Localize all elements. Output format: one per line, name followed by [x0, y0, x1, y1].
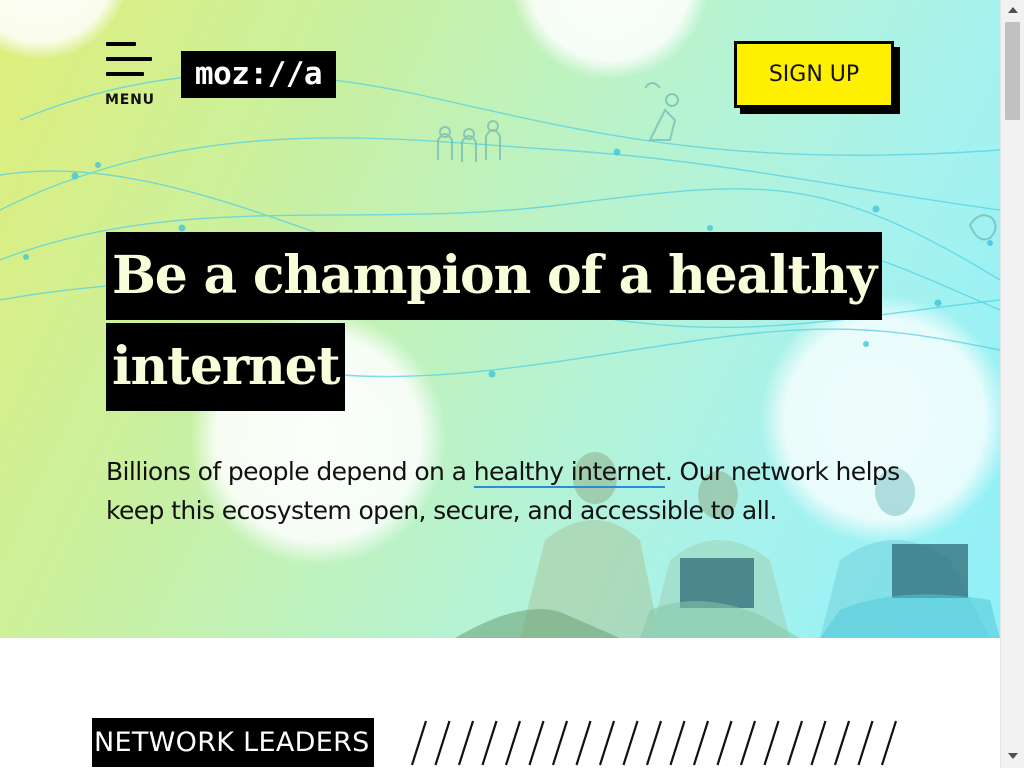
slash-mark [504, 720, 522, 766]
page: MENU moz://a SIGN UP Be a champion of a … [0, 0, 1000, 768]
menu-bar-top [106, 42, 136, 46]
slash-mark [434, 720, 451, 766]
slash-mark [551, 720, 569, 766]
scroll-up-arrow-icon[interactable] [1001, 0, 1024, 20]
signup-button-wrapper: SIGN UP [734, 41, 900, 114]
slash-mark [739, 720, 757, 766]
slash-mark [598, 720, 616, 766]
menu-label: MENU [105, 92, 155, 108]
healthy-internet-link[interactable]: healthy internet [473, 457, 665, 488]
slash-mark [716, 720, 733, 766]
slash-mark [410, 720, 428, 766]
slash-mark [481, 720, 498, 766]
slash-mark [669, 720, 686, 766]
slash-mark [786, 720, 804, 766]
headline-line-2: internet [106, 323, 346, 411]
slash-mark [457, 720, 475, 766]
menu-button[interactable]: MENU [104, 40, 160, 110]
menu-bar-bottom [106, 72, 144, 76]
slash-mark [622, 720, 639, 766]
slash-mark [880, 720, 898, 766]
slash-mark [833, 720, 851, 766]
hero-section: MENU moz://a SIGN UP Be a champion of a … [0, 0, 1000, 638]
slash-mark [645, 720, 663, 766]
slash-mark [810, 720, 827, 766]
mozilla-logo[interactable]: moz://a [181, 51, 336, 98]
network-leaders-label: NETWORK LEADERS [92, 718, 374, 767]
vertical-scrollbar[interactable] [1000, 0, 1024, 768]
decorative-slashes [410, 720, 898, 766]
headline-line-1: Be a champion of a healthy [106, 232, 882, 320]
slash-mark [692, 720, 710, 766]
intro-text-start: Billions of people depend on a [106, 457, 474, 486]
slash-mark [528, 720, 545, 766]
hero-intro-text: Billions of people depend on a healthy i… [106, 452, 906, 530]
signup-button[interactable]: SIGN UP [734, 41, 894, 108]
slash-mark [857, 720, 874, 766]
scrollbar-thumb[interactable] [1005, 22, 1020, 120]
slash-mark [763, 720, 780, 766]
menu-bar-middle [106, 57, 152, 61]
scroll-down-arrow-icon[interactable] [1001, 746, 1024, 766]
slash-mark [575, 720, 592, 766]
